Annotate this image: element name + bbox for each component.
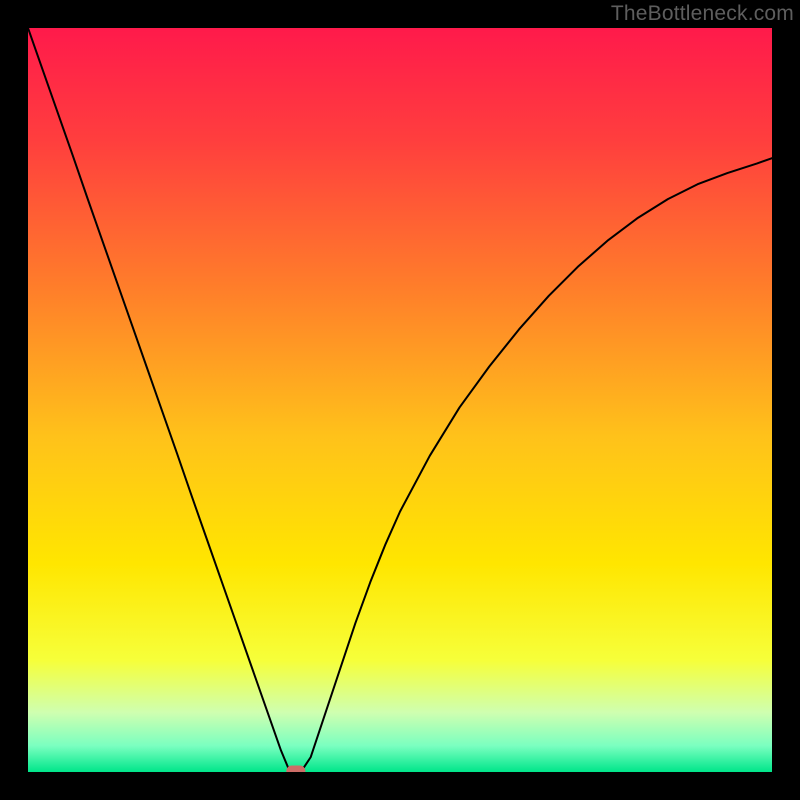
chart-frame: TheBottleneck.com [0,0,800,800]
chart-svg [28,28,772,772]
minimum-marker [287,766,305,772]
watermark-text: TheBottleneck.com [611,2,794,26]
plot-area [28,28,772,772]
gradient-background [28,28,772,772]
